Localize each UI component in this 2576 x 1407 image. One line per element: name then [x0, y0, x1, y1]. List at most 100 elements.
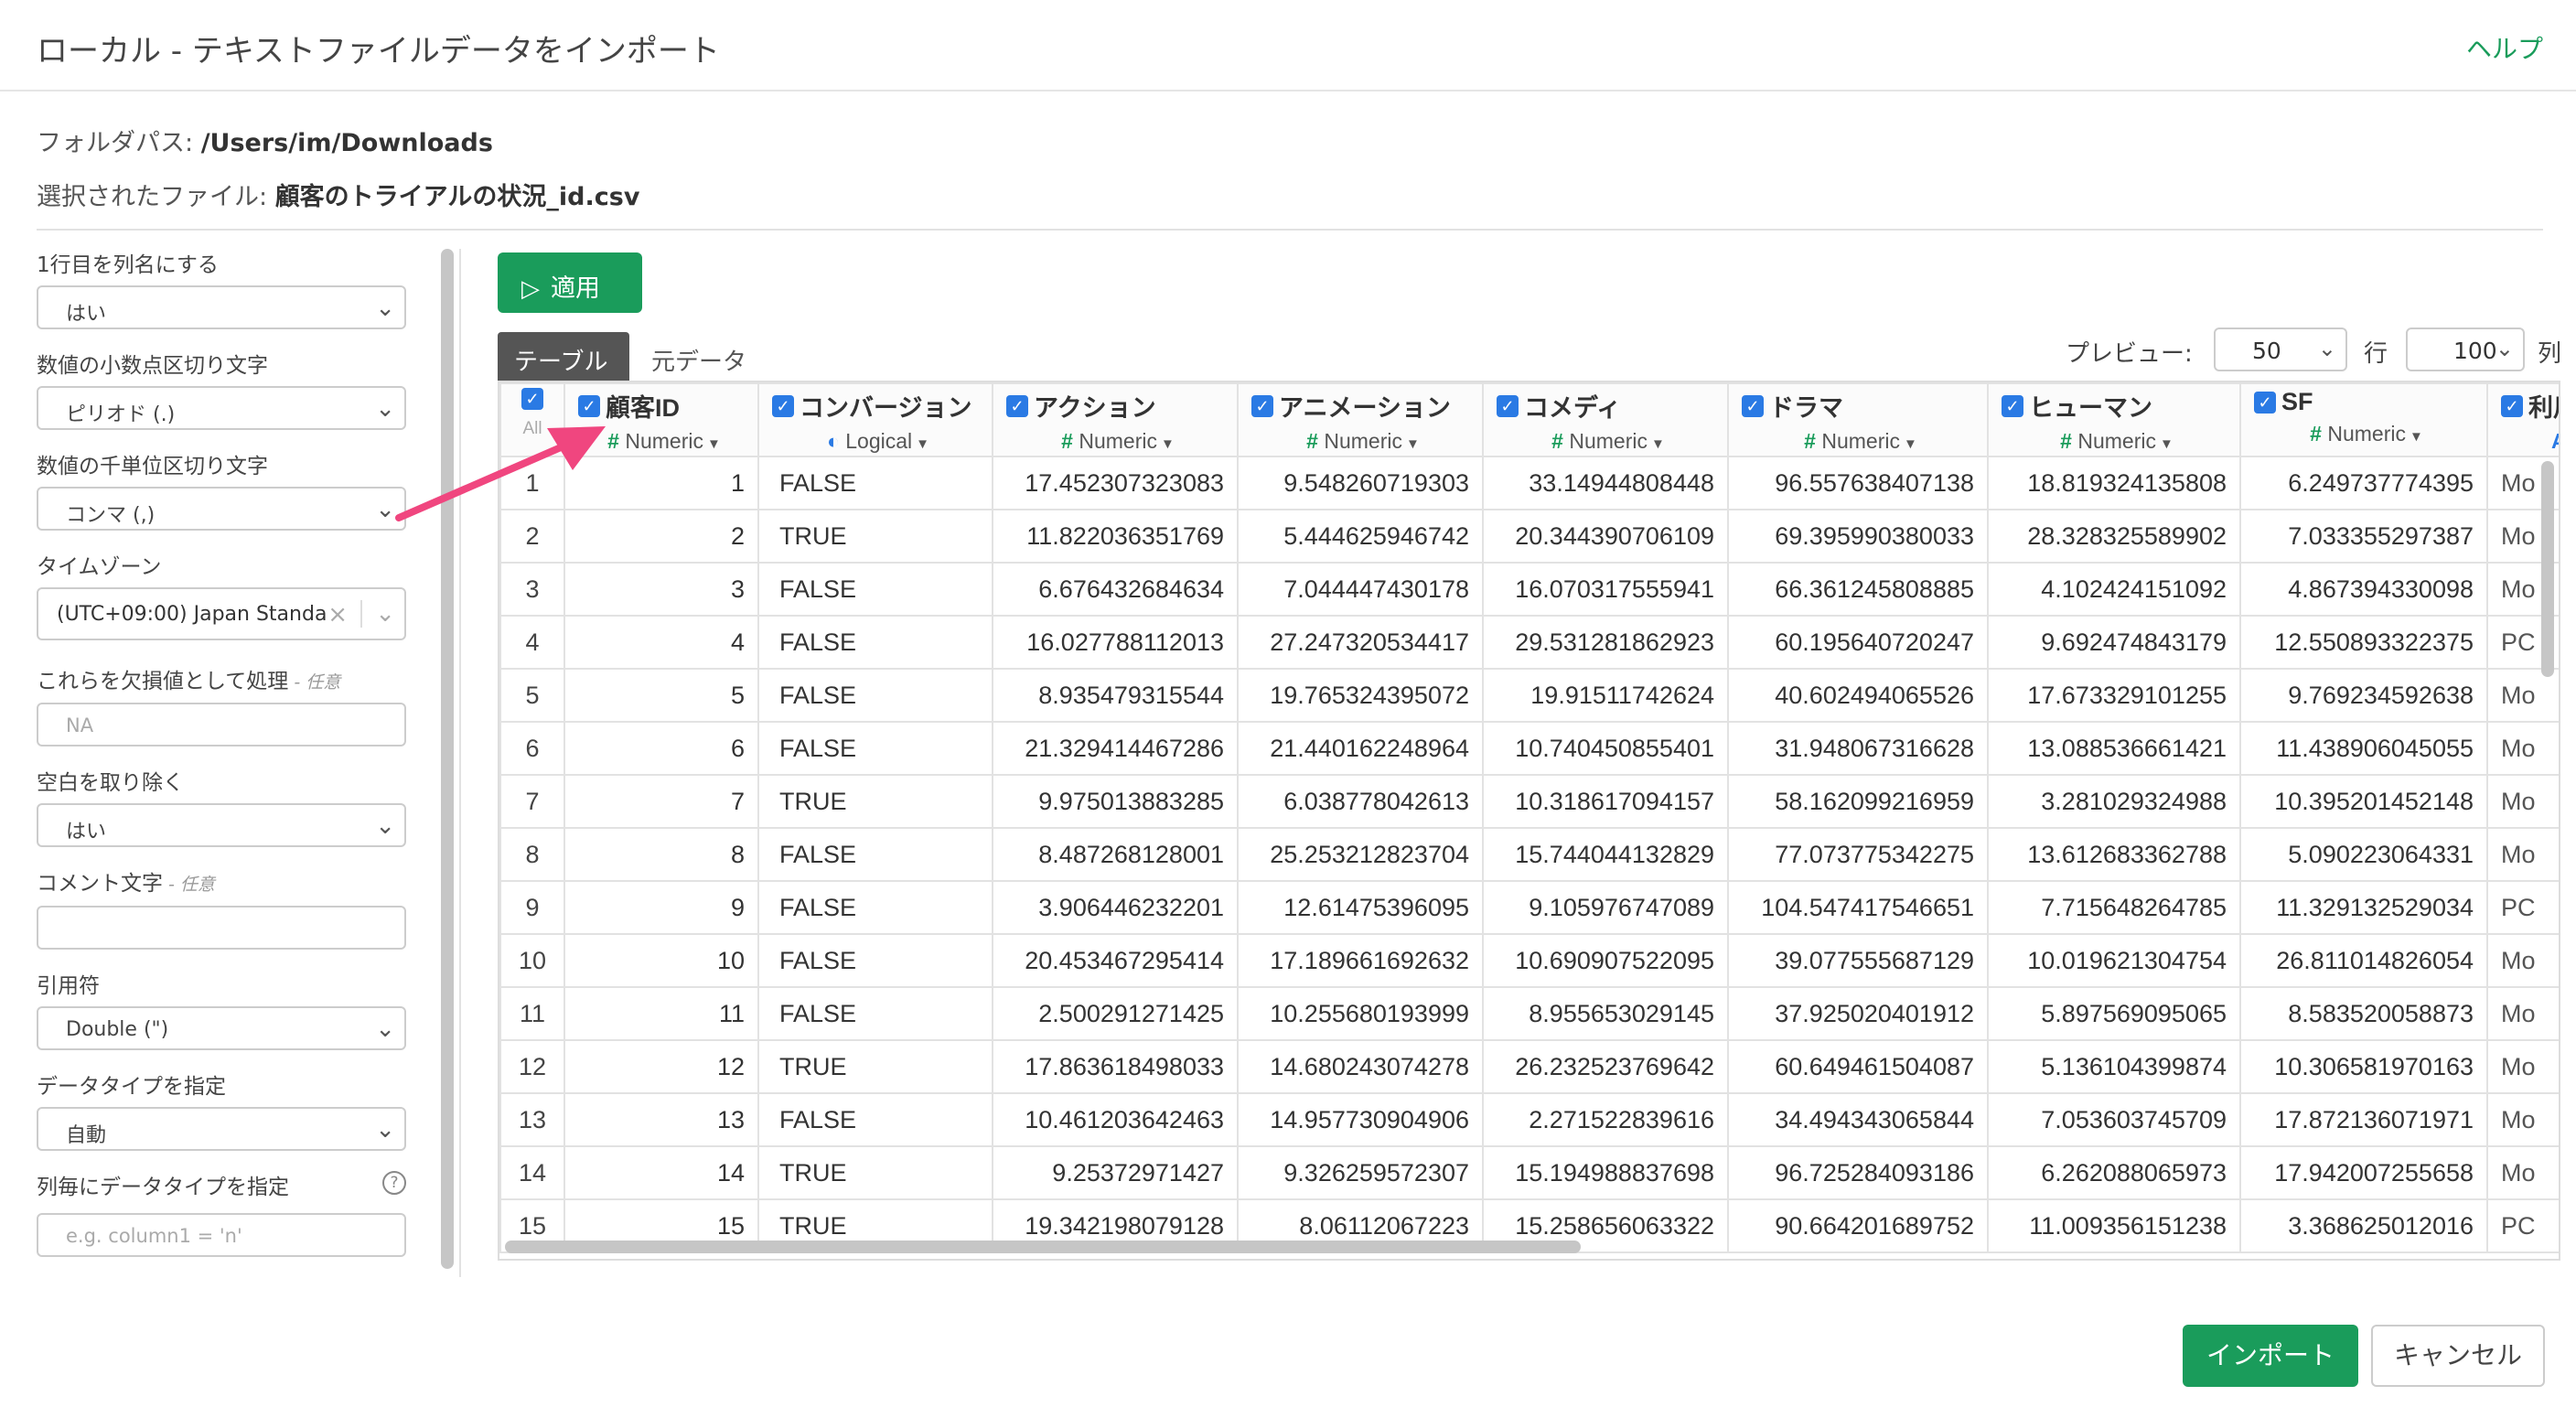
- column-name: ドラマ: [1769, 394, 1843, 422]
- timezone-select[interactable]: (UTC+09:00) Japan Standa × ⌄: [37, 587, 406, 640]
- table-cell: 10.318617094157: [1482, 774, 1729, 829]
- cancel-button[interactable]: キャンセル: [2371, 1325, 2545, 1387]
- table-cell: 26.232523769642: [1482, 1039, 1729, 1094]
- checkbox-checked-icon[interactable]: ✓: [521, 388, 543, 410]
- chevron-down-icon: ⌄: [2495, 336, 2514, 361]
- column-type-label: Numeric: [1324, 429, 1402, 453]
- comment-char-label-text: コメント文字: [37, 872, 163, 896]
- column-header[interactable]: ✓ コンバージョン ◐ Logical ▼: [757, 382, 993, 457]
- column-type-dropdown[interactable]: # Numeric ▼: [1497, 429, 1720, 454]
- checkbox-checked-icon[interactable]: ✓: [1251, 394, 1273, 417]
- table-cell: TRUE: [757, 1145, 993, 1200]
- data-table: ✓ All ✓ 顧客ID # Numeric ▼ ✓ コンバージョン ◐ Logical ▼ ✓…: [499, 382, 2559, 1253]
- table-cell: 17.189661692632: [1237, 933, 1484, 988]
- row-number: 8: [499, 827, 565, 882]
- table-cell: 3.368625012016: [2239, 1198, 2488, 1253]
- table-cell: 28.328325589902: [1987, 509, 2241, 564]
- table-cell: 37.925020401912: [1727, 986, 1989, 1041]
- preview-rows-select[interactable]: 50 ⌄: [2214, 328, 2347, 371]
- column-header[interactable]: ✓ アクション # Numeric ▼: [992, 382, 1239, 457]
- table-cell: 11.009356151238: [1987, 1198, 2241, 1253]
- table-cell: 3.906446232201: [992, 880, 1239, 935]
- selected-file: 選択されたファイル: 顧客のトライアルの状況_id.csv: [37, 177, 639, 212]
- table-cell: 27.247320534417: [1237, 615, 1484, 670]
- thousands-separator-value: コンマ (,): [66, 504, 156, 527]
- tab-raw-data[interactable]: 元データ: [651, 343, 746, 377]
- table-cell: 16.070317555941: [1482, 562, 1729, 617]
- header-row-select[interactable]: はい ⌄: [37, 285, 406, 329]
- quote-select[interactable]: Double (") ⌄: [37, 1006, 406, 1050]
- checkbox-checked-icon[interactable]: ✓: [2254, 391, 2276, 414]
- na-values-input[interactable]: NA: [37, 703, 406, 746]
- table-cell: PC: [2486, 1198, 2559, 1253]
- chevron-down-icon: ⌄: [2317, 336, 2336, 361]
- grid-vertical-scrollbar[interactable]: [2541, 461, 2554, 677]
- settings-scrollbar[interactable]: [441, 249, 454, 1269]
- column-header[interactable]: ✓ ドラマ # Numeric ▼: [1727, 382, 1989, 457]
- checkbox-checked-icon[interactable]: ✓: [2002, 394, 2023, 417]
- table-cell: 10.395201452148: [2239, 774, 2488, 829]
- table-cell: 10: [564, 933, 759, 988]
- decimal-separator-select[interactable]: ピリオド (.) ⌄: [37, 386, 406, 430]
- dialog-title: ローカル - テキストファイルデータをインポート: [37, 33, 720, 70]
- column-type-dropdown[interactable]: # Numeric ▼: [2254, 422, 2479, 446]
- table-cell: Mo: [2486, 1092, 2559, 1147]
- tab-table[interactable]: テーブル: [498, 332, 629, 381]
- column-header[interactable]: ✓ アニメーション # Numeric ▼: [1237, 382, 1484, 457]
- table-cell: 20.453467295414: [992, 933, 1239, 988]
- table-cell: 8: [564, 827, 759, 882]
- column-type-dropdown[interactable]: # Numeric ▼: [2002, 429, 2232, 454]
- question-circle-icon[interactable]: ?: [382, 1171, 406, 1195]
- table-cell: 4.102424151092: [1987, 562, 2241, 617]
- column-header[interactable]: ✓ SF # Numeric ▼: [2239, 382, 2488, 457]
- checkbox-checked-icon[interactable]: ✓: [772, 394, 794, 417]
- table-cell: FALSE: [757, 562, 993, 617]
- table-cell: 3: [564, 562, 759, 617]
- column-type-dropdown[interactable]: # Numeric ▼: [1742, 429, 1980, 454]
- checkbox-checked-icon[interactable]: ✓: [1742, 394, 1764, 417]
- table-row: 12 12 TRUE 17.863618498033 14.680243074278 26…: [499, 1039, 2559, 1094]
- column-header[interactable]: ✓ コメディ # Numeric ▼: [1482, 382, 1729, 457]
- column-type-dropdown[interactable]: A Character▼: [2501, 429, 2559, 454]
- column-type-dropdown[interactable]: # Numeric ▼: [1006, 429, 1229, 454]
- caret-down-icon: ▼: [1160, 436, 1175, 452]
- datatype-select[interactable]: 自動 ⌄: [37, 1107, 406, 1151]
- table-cell: TRUE: [757, 509, 993, 564]
- column-header[interactable]: ✓利用 A Character▼: [2486, 382, 2559, 457]
- chevron-down-icon: ⌄: [375, 496, 395, 523]
- column-type-dropdown[interactable]: # Numeric ▼: [1251, 429, 1475, 454]
- table-cell: 6.262088065973: [1987, 1145, 2241, 1200]
- table-cell: FALSE: [757, 721, 993, 776]
- preview-cols-select[interactable]: 100 ⌄: [2406, 328, 2525, 371]
- optional-hint: - 任意: [288, 672, 341, 693]
- row-number: 5: [499, 668, 565, 723]
- caret-down-icon: ▼: [1650, 436, 1665, 452]
- table-cell: FALSE: [757, 1092, 993, 1147]
- help-link[interactable]: ヘルプ: [2466, 29, 2543, 66]
- checkbox-checked-icon[interactable]: ✓: [1497, 394, 1519, 417]
- table-cell: 8.487268128001: [992, 827, 1239, 882]
- clear-icon[interactable]: ×: [327, 601, 348, 628]
- table-cell: 33.14944808448: [1482, 456, 1729, 510]
- table-cell: 14.957730904906: [1237, 1092, 1484, 1147]
- column-type-dropdown[interactable]: ◐ Logical ▼: [772, 429, 984, 454]
- table-cell: 39.077555687129: [1727, 933, 1989, 988]
- chevron-down-icon[interactable]: ⌄: [375, 600, 395, 628]
- apply-button[interactable]: ▷ 適用: [498, 252, 642, 313]
- import-button[interactable]: インポート: [2183, 1325, 2358, 1387]
- trim-whitespace-select[interactable]: はい ⌄: [37, 803, 406, 847]
- table-cell: 15.744044132829: [1482, 827, 1729, 882]
- checkbox-checked-icon[interactable]: ✓: [2501, 394, 2523, 417]
- comment-char-input[interactable]: [37, 906, 406, 950]
- table-cell: 34.494343065844: [1727, 1092, 1989, 1147]
- decimal-separator-label: 数値の小数点区切り文字: [37, 354, 268, 378]
- column-datatype-input[interactable]: e.g. column1 = 'n': [37, 1213, 406, 1257]
- toggle-icon: ◐: [826, 429, 846, 453]
- checkbox-checked-icon[interactable]: ✓: [1006, 394, 1028, 417]
- grid-horizontal-scrollbar[interactable]: [505, 1241, 1581, 1253]
- table-cell: 77.073775342275: [1727, 827, 1989, 882]
- data-preview-grid: ✓ All ✓ 顧客ID # Numeric ▼ ✓ コンバージョン ◐ Logical ▼ ✓…: [498, 381, 2560, 1261]
- thousands-separator-select[interactable]: コンマ (,) ⌄: [37, 487, 406, 531]
- row-number: 11: [499, 986, 565, 1041]
- column-header[interactable]: ✓ ヒューマン # Numeric ▼: [1987, 382, 2241, 457]
